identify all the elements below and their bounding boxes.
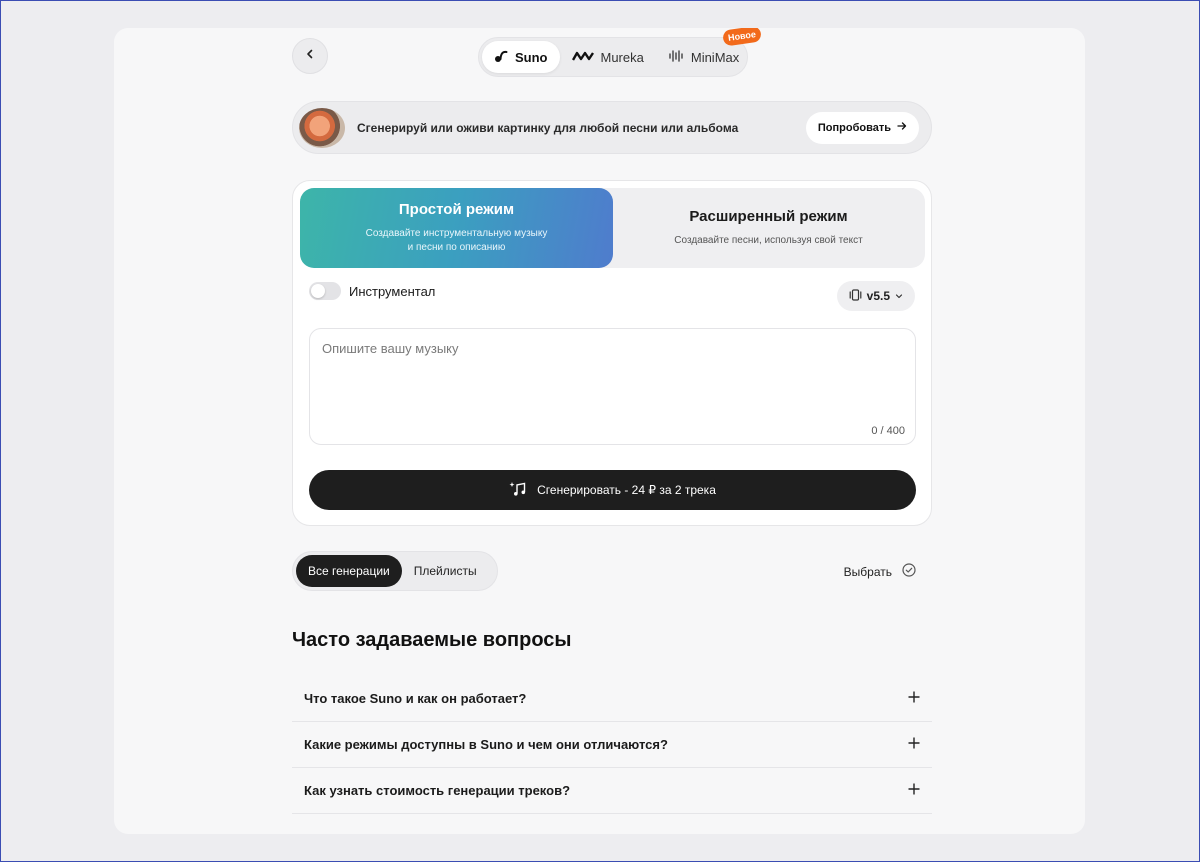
simple-mode-tab[interactable]: Простой режим Создавайте инструментальну… <box>300 188 613 268</box>
mode-title: Простой режим <box>398 201 515 218</box>
mode-description: Создавайте песни, используя свой текст <box>674 235 863 246</box>
faq-item[interactable]: Какие режимы доступны в Suno и чем они о… <box>292 722 932 768</box>
model-tab-label: Mureka <box>600 49 644 65</box>
music-sparkle-icon <box>509 481 527 500</box>
instrumental-label: Инструментал <box>349 283 436 299</box>
faq-question: Что такое Suno и как он работает? <box>304 691 527 706</box>
back-button[interactable] <box>292 38 328 74</box>
promo-banner: Сгенерируй или оживи картинку для любой … <box>292 101 932 154</box>
mode-title: Расширенный режим <box>689 208 848 225</box>
mode-switch: Простой режим Создавайте инструментальну… <box>300 188 925 268</box>
instrumental-toggle-row[interactable]: Инструментал <box>309 282 435 300</box>
check-circle-icon <box>902 563 916 580</box>
select-label: Выбрать <box>843 564 892 579</box>
library-switch: Все генерации Плейлисты <box>292 551 498 591</box>
mode-description: Создавайте инструментальную музыку и пес… <box>365 228 548 253</box>
instrumental-toggle[interactable] <box>309 282 341 300</box>
toggle-knob <box>311 284 325 298</box>
plus-icon <box>908 690 920 708</box>
model-tab-suno[interactable]: Suno <box>482 41 560 73</box>
version-select[interactable]: v5.5 <box>836 281 915 311</box>
model-tab-minimax[interactable]: MiniMax Новое <box>656 28 763 73</box>
faq-item[interactable]: Как узнать стоимость генерации треков? <box>292 768 932 814</box>
plus-icon <box>908 736 920 754</box>
faq-item[interactable]: Что такое Suno и как он работает? <box>292 676 932 722</box>
tab-all-generations[interactable]: Все генерации <box>296 555 402 587</box>
try-button[interactable]: Попробовать <box>805 111 919 144</box>
cards-icon <box>849 288 862 304</box>
faq-list: Что такое Suno и как он работает? Какие … <box>292 676 932 814</box>
new-badge: Новое <box>722 28 763 47</box>
faq-question: Какие режимы доступны в Suno и чем они о… <box>304 737 668 752</box>
generator-card: Простой режим Создавайте инструментальну… <box>292 180 932 526</box>
promo-text: Сгенерируй или оживи картинку для любой … <box>357 120 739 135</box>
minimax-logo-icon <box>668 49 684 66</box>
model-tab-label: Suno <box>515 49 548 65</box>
suno-logo-icon <box>494 49 508 66</box>
music-description-input[interactable]: Опишите вашу музыку 0 / 400 <box>309 328 916 445</box>
faq-title: Часто задаваемые вопросы <box>292 629 572 651</box>
app-panel: Suno Mureka MiniMax Новое Сгенерируй или… <box>114 28 1085 834</box>
tab-playlists[interactable]: Плейлисты <box>402 555 489 587</box>
arrow-right-icon <box>897 121 907 134</box>
generate-button[interactable]: Сгенерировать - 24 ₽ за 2 трека <box>309 470 916 510</box>
faq-question: Как узнать стоимость генерации треков? <box>304 783 571 798</box>
try-button-label: Попробовать <box>817 121 891 134</box>
char-counter: 0 / 400 <box>871 425 905 437</box>
select-button[interactable]: Выбрать <box>844 563 916 580</box>
model-tab-label: MiniMax <box>690 49 740 65</box>
model-switch: Suno Mureka MiniMax Новое <box>478 28 763 77</box>
promo-image <box>299 107 345 148</box>
prompt-placeholder: Опишите вашу музыку <box>322 341 459 356</box>
model-tab-mureka[interactable]: Mureka <box>560 41 656 73</box>
chevron-left-icon <box>304 47 316 65</box>
mureka-logo-icon <box>571 50 594 65</box>
advanced-mode-tab[interactable]: Расширенный режим Создавайте песни, испо… <box>612 188 925 268</box>
version-label: v5.5 <box>866 289 890 303</box>
chevron-down-icon <box>895 289 903 303</box>
generate-label: Сгенерировать - 24 ₽ за 2 трека <box>537 483 716 497</box>
plus-icon <box>908 782 920 800</box>
